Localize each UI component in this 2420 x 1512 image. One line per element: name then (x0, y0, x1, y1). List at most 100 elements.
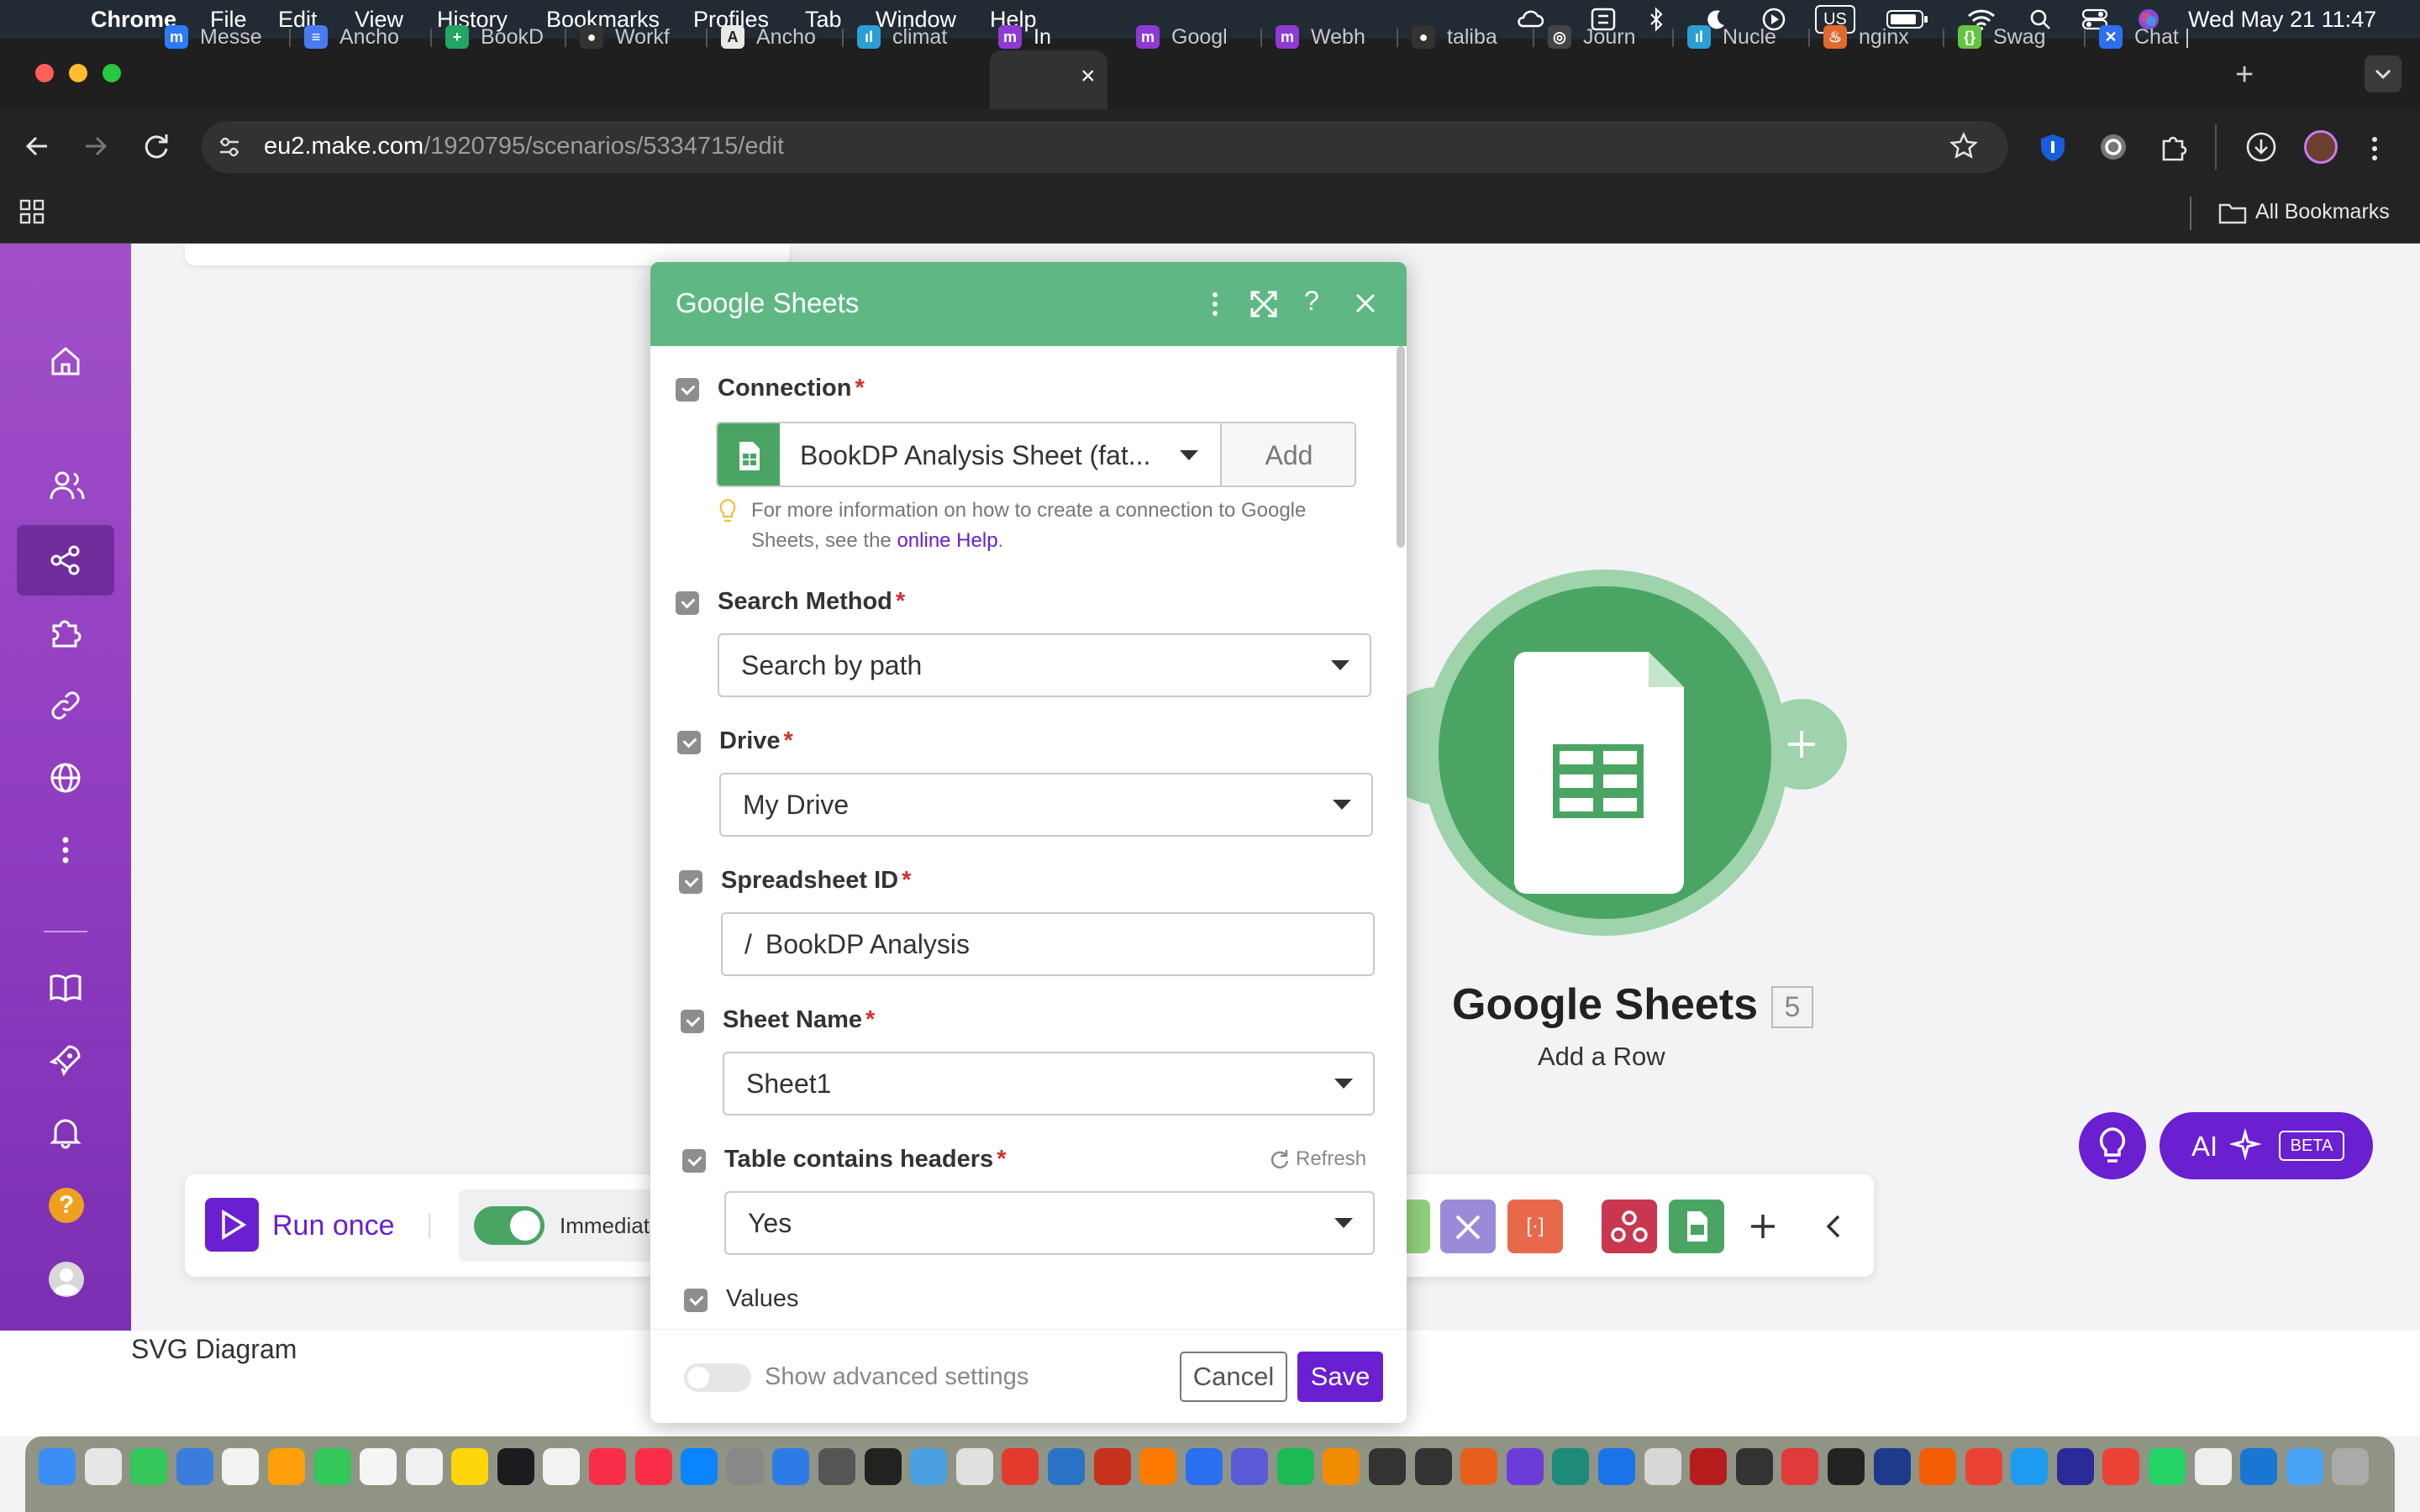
more-vertical-icon[interactable] (49, 833, 82, 867)
grammarly-extension-icon[interactable] (2099, 133, 2128, 161)
team-icon[interactable] (49, 469, 85, 502)
sheet-name-select[interactable]: Sheet1 (723, 1052, 1375, 1116)
browser-tab[interactable]: m Webh (1276, 17, 1385, 57)
refresh-button[interactable]: Refresh (1269, 1147, 1366, 1171)
save-button[interactable]: Save (1297, 1352, 1383, 1402)
dock-app-icon[interactable] (2332, 1448, 2369, 1485)
dock-app-icon[interactable] (222, 1448, 259, 1485)
dock-app-icon[interactable] (85, 1448, 122, 1485)
window-minimize-button[interactable] (69, 64, 87, 82)
downloads-icon[interactable] (2245, 131, 2277, 163)
browser-tab[interactable]: m Messe (165, 17, 274, 57)
dock-app-icon[interactable] (2286, 1448, 2323, 1485)
browser-tab[interactable]: m Googl (1136, 17, 1245, 57)
webhooks-globe-icon[interactable] (49, 761, 82, 795)
collapse-chevron-icon[interactable] (1818, 1211, 1849, 1242)
dock-app-icon[interactable] (39, 1448, 76, 1485)
hints-lightbulb-icon[interactable] (2079, 1112, 2146, 1179)
dock-app-icon[interactable] (589, 1448, 626, 1485)
extensions-puzzle-icon[interactable] (2160, 133, 2188, 161)
dock-app-icon[interactable] (1415, 1448, 1452, 1485)
spreadsheet-id-field[interactable]: / BookDP Analysis (721, 912, 1375, 976)
dialog-more-icon[interactable] (1208, 289, 1222, 319)
drive-select[interactable]: My Drive (719, 773, 1373, 837)
browser-tab[interactable]: + BookD (445, 17, 555, 57)
add-tool-icon[interactable] (1748, 1211, 1778, 1242)
address-bar[interactable]: eu2.make.com/1920795/scenarios/5334715/e… (202, 121, 2008, 173)
back-arrow-icon[interactable] (22, 131, 52, 161)
dock-app-icon[interactable] (1186, 1448, 1223, 1485)
tab-active[interactable]: m In (998, 17, 1091, 57)
drive-checkbox[interactable] (677, 731, 701, 754)
browser-tab[interactable]: ● Workf (580, 17, 689, 57)
dock-app-icon[interactable] (543, 1448, 580, 1485)
dock-app-icon[interactable] (1781, 1448, 1818, 1485)
dock-app-icon[interactable] (1919, 1448, 1956, 1485)
browser-tab[interactable]: ≡ Ancho (304, 17, 413, 57)
dock-app-icon[interactable] (1965, 1448, 2002, 1485)
dock-app-icon[interactable] (2195, 1448, 2232, 1485)
tool-green-icon[interactable] (1407, 1200, 1430, 1253)
cancel-button[interactable]: Cancel (1180, 1352, 1287, 1402)
dock-app-icon[interactable] (818, 1448, 855, 1485)
browser-tab[interactable]: A Ancho (721, 17, 830, 57)
sheet-name-checkbox[interactable] (681, 1010, 704, 1033)
dock-app-icon[interactable] (2240, 1448, 2277, 1485)
dock-app-icon[interactable] (1828, 1448, 1865, 1485)
notifications-bell-icon[interactable] (49, 1116, 82, 1149)
apps-grid-icon[interactable] (18, 198, 45, 225)
advanced-settings-toggle[interactable] (684, 1363, 751, 1392)
run-once-button[interactable]: Run once (272, 1210, 395, 1242)
dock-app-icon[interactable] (497, 1448, 534, 1485)
dock-app-icon[interactable] (865, 1448, 902, 1485)
apps-puzzle-icon[interactable] (49, 616, 82, 649)
browser-tab[interactable]: ◎ Journ (1548, 17, 1657, 57)
dock-app-icon[interactable] (1598, 1448, 1635, 1485)
window-zoom-button[interactable] (103, 64, 121, 82)
browser-tab[interactable]: ♨ nginx (1823, 17, 1933, 57)
dialog-expand-icon[interactable] (1249, 289, 1279, 319)
dock-app-icon[interactable] (1460, 1448, 1497, 1485)
google-sheets-module[interactable] (1439, 586, 1771, 919)
dock-app-icon[interactable] (910, 1448, 947, 1485)
dialog-close-icon[interactable] (1353, 291, 1378, 316)
dock-app-icon[interactable] (1690, 1448, 1727, 1485)
dock-app-icon[interactable] (1002, 1448, 1039, 1485)
connection-select[interactable]: BookDP Analysis Sheet (fat... Add (716, 422, 1356, 487)
dock-app-icon[interactable] (956, 1448, 993, 1485)
dock-app-icon[interactable] (2011, 1448, 2048, 1485)
reload-icon[interactable] (141, 131, 171, 161)
dock-app-icon[interactable] (727, 1448, 764, 1485)
new-tab-icon[interactable]: + (2235, 59, 2254, 91)
search-method-select[interactable]: Search by path (718, 633, 1371, 697)
profile-avatar[interactable] (2304, 130, 2338, 164)
dock-app-icon[interactable] (130, 1448, 167, 1485)
dock-app-icon[interactable] (360, 1448, 397, 1485)
browser-tab[interactable]: ıl climat (857, 17, 966, 57)
dock-app-icon[interactable] (314, 1448, 351, 1485)
play-icon[interactable] (205, 1198, 259, 1252)
dock-app-icon[interactable] (1094, 1448, 1131, 1485)
browser-tab[interactable]: {} Swag (1958, 17, 2067, 57)
text-parser-icon[interactable]: [·] (1507, 1200, 1563, 1253)
dock-app-icon[interactable] (2102, 1448, 2139, 1485)
browser-tab[interactable]: ıl Nucle (1687, 17, 1797, 57)
dock-app-icon[interactable] (2149, 1448, 2186, 1485)
online-help-link[interactable]: online Help (897, 529, 997, 552)
dock-app-icon[interactable] (268, 1448, 305, 1485)
chrome-menu-icon[interactable] (2368, 134, 2381, 163)
browser-tab[interactable]: ● taliba (1412, 17, 1521, 57)
dock-app-icon[interactable] (406, 1448, 443, 1485)
values-checkbox[interactable] (684, 1289, 708, 1312)
connection-toggle-checkbox[interactable] (676, 378, 699, 402)
headers-select[interactable]: Yes (724, 1191, 1375, 1255)
dialog-help-icon[interactable]: ? (1304, 286, 1319, 317)
dock-app-icon[interactable] (635, 1448, 672, 1485)
menubar-clock[interactable]: Wed May 21 11:47 (2188, 5, 2407, 34)
dock-app-icon[interactable] (1139, 1448, 1176, 1485)
schedule-toggle[interactable] (474, 1206, 544, 1245)
dock-app-icon[interactable] (1369, 1448, 1406, 1485)
profile-user-icon[interactable] (49, 1262, 84, 1297)
spreadsheet-id-checkbox[interactable] (679, 870, 702, 894)
dialog-scrollbar[interactable] (1397, 346, 1405, 548)
